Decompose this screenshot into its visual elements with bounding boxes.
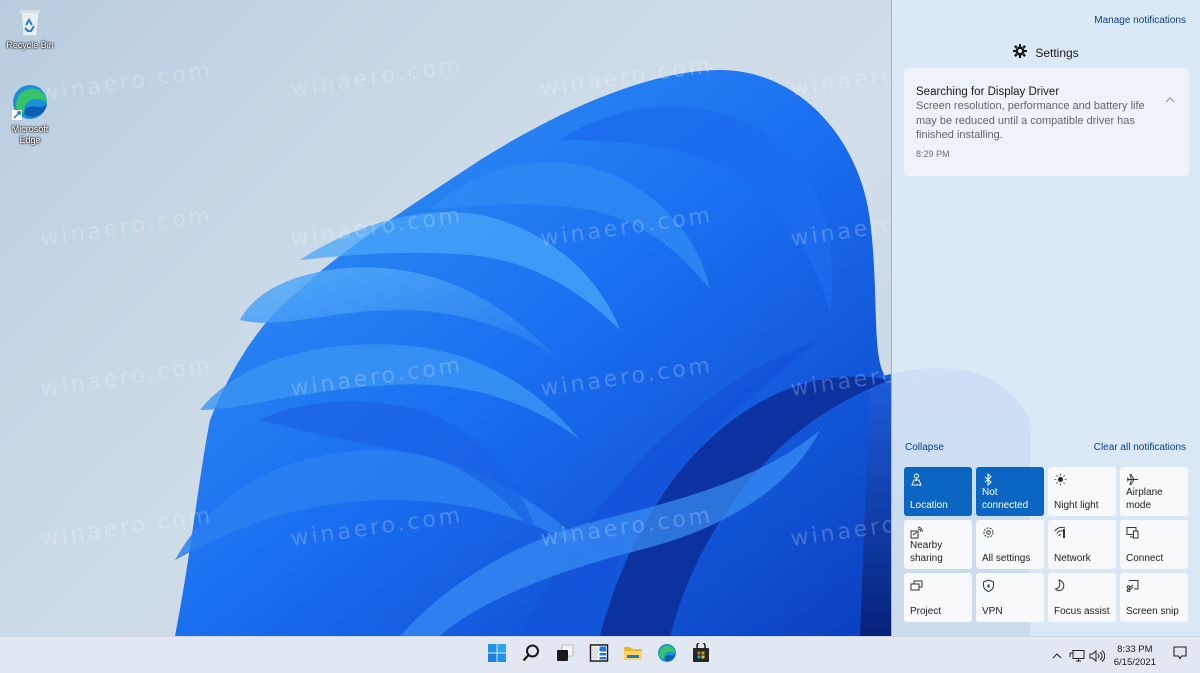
notification-icon xyxy=(1172,645,1188,666)
quick-action-label: Connect xyxy=(1126,552,1164,564)
location-icon xyxy=(910,473,923,486)
quick-action-focus-assist[interactable]: Focus assist xyxy=(1048,573,1116,622)
quick-action-label: Airplane mode xyxy=(1126,487,1163,511)
widgets-button[interactable] xyxy=(587,643,611,667)
quick-action-label: Screen snip xyxy=(1126,605,1179,617)
quick-action-label: Project xyxy=(910,605,942,617)
quick-action-label: Nearby sharing xyxy=(910,540,943,564)
quick-actions-grid: Location Not connected Night light Airpl… xyxy=(904,467,1189,622)
clear-all-notifications-link[interactable]: Clear all notifications xyxy=(1094,442,1186,453)
store-icon xyxy=(691,640,711,668)
quick-action-label: Not connected xyxy=(982,487,1029,511)
notification-group-title: Settings xyxy=(1035,45,1079,60)
quick-action-nearby-sharing[interactable]: Nearby sharing xyxy=(904,520,972,569)
airplane-icon xyxy=(1126,473,1139,486)
start-button[interactable] xyxy=(485,643,509,667)
connect-icon xyxy=(1126,526,1139,539)
edge-icon xyxy=(657,643,677,668)
night-light-icon xyxy=(1054,473,1067,486)
notification-time: 8:29 PM xyxy=(916,148,950,159)
quick-action-airplane-mode[interactable]: Airplane mode xyxy=(1120,467,1188,516)
action-center: Manage notifications Settings Searching … xyxy=(891,0,1200,636)
clock[interactable]: 8:33 PM 6/15/2021 xyxy=(1114,643,1156,669)
taskbar: 8:33 PM 6/15/2021 xyxy=(0,636,1200,673)
taskbar-apps xyxy=(485,640,713,668)
quick-action-night-light[interactable]: Night light xyxy=(1048,467,1116,516)
moon-icon xyxy=(1054,579,1067,592)
quick-action-connect[interactable]: Connect xyxy=(1120,520,1188,569)
volume-icon[interactable] xyxy=(1088,647,1106,665)
clock-date: 6/15/2021 xyxy=(1113,656,1156,668)
edge-icon xyxy=(10,82,50,122)
windows-start-icon xyxy=(487,643,507,668)
quick-action-label: VPN xyxy=(982,605,1003,617)
notification-card[interactable]: Searching for Display Driver Screen reso… xyxy=(904,68,1189,176)
action-center-button[interactable] xyxy=(1166,645,1194,666)
project-icon xyxy=(910,579,923,592)
quick-action-label: All settings xyxy=(982,552,1031,564)
notification-body: Screen resolution, performance and batte… xyxy=(916,100,1145,141)
quick-action-label: Focus assist xyxy=(1054,605,1110,617)
gear-icon xyxy=(1013,44,1028,61)
quick-action-network[interactable]: Network xyxy=(1048,520,1116,569)
task-view-icon xyxy=(555,643,575,668)
desktop-icon-label: Microsoft Edge xyxy=(11,124,49,145)
task-view-button[interactable] xyxy=(553,643,577,667)
notification-title: Searching for Display Driver xyxy=(916,86,1060,98)
quick-action-all-settings[interactable]: All settings xyxy=(976,520,1044,569)
quick-action-label: Location xyxy=(910,499,948,511)
recycle-bin-icon xyxy=(14,6,46,38)
nearby-sharing-icon xyxy=(910,526,923,539)
quick-action-screen-snip[interactable]: Screen snip xyxy=(1120,573,1188,622)
network-icon xyxy=(1054,526,1067,539)
notification-group-header: Settings xyxy=(892,44,1200,61)
network-wired-icon[interactable] xyxy=(1068,647,1086,665)
system-tray: 8:33 PM 6/15/2021 xyxy=(1048,637,1200,673)
chevron-up-icon[interactable] xyxy=(1048,647,1066,665)
collapse-link[interactable]: Collapse xyxy=(905,442,944,453)
quick-action-bluetooth[interactable]: Not connected xyxy=(976,467,1044,516)
clock-time: 8:33 PM xyxy=(1117,643,1153,655)
gear-icon xyxy=(982,526,995,539)
quick-action-vpn[interactable]: VPN xyxy=(976,573,1044,622)
folder-icon xyxy=(623,643,643,668)
desktop-icon-edge[interactable]: Microsoft Edge xyxy=(0,82,60,146)
bluetooth-icon xyxy=(982,472,995,487)
search-icon xyxy=(521,643,541,668)
screen-snip-icon xyxy=(1126,579,1139,593)
vpn-icon xyxy=(982,579,995,593)
quick-action-project[interactable]: Project xyxy=(904,573,972,622)
chevron-up-icon[interactable] xyxy=(1165,92,1175,103)
manage-notifications-link[interactable]: Manage notifications xyxy=(1094,15,1186,26)
search-button[interactable] xyxy=(519,643,543,667)
desktop-icon-recycle-bin[interactable]: Recycle Bin xyxy=(0,6,60,51)
store-button[interactable] xyxy=(689,640,713,668)
desktop-icon-label: Recycle Bin xyxy=(6,40,54,50)
file-explorer-button[interactable] xyxy=(621,643,645,667)
quick-action-label: Network xyxy=(1054,552,1091,564)
widgets-icon xyxy=(589,643,609,668)
quick-action-location[interactable]: Location xyxy=(904,467,972,516)
quick-action-label: Night light xyxy=(1054,499,1099,511)
edge-taskbar-button[interactable] xyxy=(655,643,679,667)
